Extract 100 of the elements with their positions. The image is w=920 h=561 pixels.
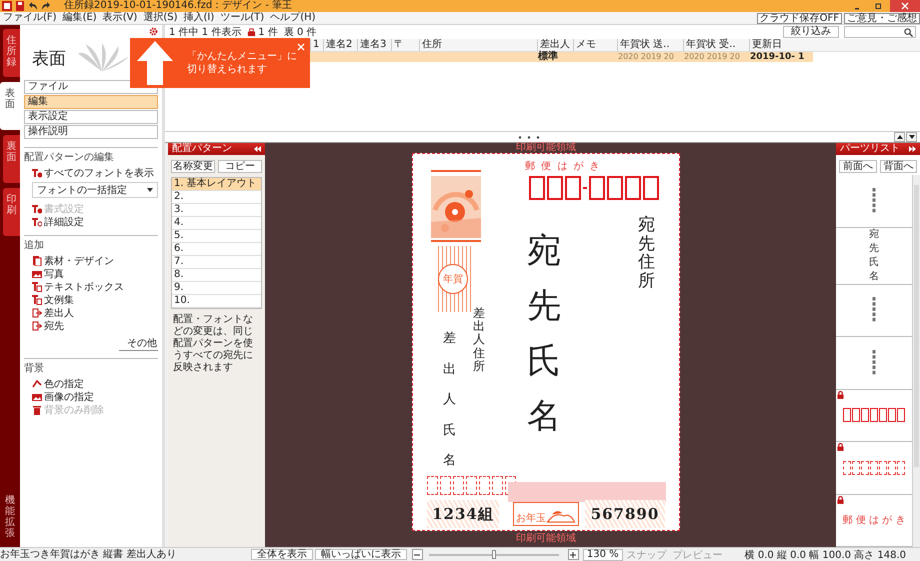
panel-button[interactable]: コピー bbox=[218, 160, 262, 173]
zoom-out-button[interactable] bbox=[412, 549, 423, 560]
status-text: お年玉つき年賀はがき 縦書 差出人あり bbox=[0, 548, 176, 560]
scroll-down-button[interactable] bbox=[906, 132, 917, 142]
side-tab[interactable]: 印刷 bbox=[3, 188, 20, 236]
font-dropdown[interactable]: フォントの一括指定 bbox=[32, 182, 158, 198]
arrow-out-icon bbox=[32, 320, 42, 330]
column-header[interactable]: 年賀状 送.. bbox=[617, 39, 683, 51]
header-button[interactable]: ご意見・ご感想 bbox=[844, 12, 920, 24]
save-icon[interactable] bbox=[15, 1, 25, 11]
lottery-group: 1234組 bbox=[432, 504, 494, 524]
panel-action[interactable]: 写真 bbox=[24, 267, 158, 280]
scrollbar[interactable] bbox=[912, 175, 920, 547]
view-button[interactable]: 幅いっぱいに表示 bbox=[314, 549, 407, 560]
sender-name: 差出人氏名 bbox=[443, 330, 456, 470]
settings-icon[interactable] bbox=[149, 27, 158, 36]
side-tab[interactable]: 住所録 bbox=[3, 29, 20, 77]
side-tab[interactable]: 機能拡張 bbox=[0, 489, 20, 547]
pattern-item[interactable]: 3. bbox=[172, 204, 261, 217]
arrow-in-icon bbox=[32, 308, 42, 318]
lottery-number: 567890 bbox=[590, 505, 660, 523]
margin-label: 印刷可能領域 bbox=[516, 143, 576, 153]
postcard-label: 郵 便 は が き bbox=[525, 160, 600, 173]
zoom-field[interactable]: 130 % bbox=[582, 548, 623, 560]
column-header[interactable]: 〒 bbox=[391, 39, 419, 51]
column-header[interactable]: 住所 bbox=[419, 39, 537, 51]
panel-button[interactable]: 背面へ bbox=[880, 160, 917, 173]
column-header[interactable]: 連名3 bbox=[357, 39, 391, 51]
panel-action[interactable]: 宛先 bbox=[24, 319, 158, 332]
close-icon[interactable] bbox=[297, 43, 305, 51]
printer-icon bbox=[247, 28, 256, 36]
panel-action[interactable]: 文例集 bbox=[24, 293, 158, 306]
collapse-icon[interactable] bbox=[909, 146, 916, 152]
panel-button[interactable]: 名称変更 bbox=[171, 160, 215, 173]
panel-action[interactable]: すべてのフォントを表示 bbox=[24, 166, 158, 179]
view-button[interactable]: 全体を表示 bbox=[250, 549, 313, 560]
table-cell: 2020 2019 20 bbox=[618, 52, 674, 61]
table-cell: 標準 bbox=[538, 51, 558, 62]
up-arrow-icon bbox=[137, 41, 173, 85]
mini-text-drawing bbox=[872, 350, 876, 376]
menu-item[interactable]: 挿入(I) bbox=[180, 12, 218, 24]
badge-text: お年玉 bbox=[516, 512, 546, 525]
menu-item[interactable]: ファイル(F) bbox=[0, 12, 60, 24]
section-heading: 配置パターンの編集 bbox=[24, 151, 115, 164]
collapse-icon[interactable] bbox=[254, 146, 261, 152]
header-button[interactable]: クラウド保存OFF bbox=[756, 12, 842, 24]
mini-text-drawing bbox=[872, 297, 876, 324]
pattern-item[interactable]: 10. bbox=[172, 295, 261, 308]
nav-button[interactable]: 編集 bbox=[24, 95, 158, 109]
menu-item[interactable]: ヘルプ(H) bbox=[267, 12, 319, 24]
search-field[interactable] bbox=[844, 26, 916, 38]
panel-action[interactable]: 詳細設定 bbox=[24, 215, 158, 228]
menu-item[interactable]: ツール(T) bbox=[217, 12, 268, 24]
undo-icon[interactable] bbox=[28, 1, 38, 11]
coordinates-text: 横 0.0 縦 0.0 幅 100.0 高さ 148.0 bbox=[744, 548, 906, 561]
panel-action[interactable]: 差出人 bbox=[24, 306, 158, 319]
scroll-up-button[interactable] bbox=[894, 132, 905, 142]
panel-action[interactable]: 色の指定 bbox=[24, 377, 158, 390]
panel-action[interactable]: テキストボックス bbox=[24, 280, 158, 293]
picture-icon bbox=[32, 392, 42, 402]
side-tab[interactable]: 裏面 bbox=[3, 135, 20, 183]
column-header[interactable]: 差出人 bbox=[537, 39, 573, 51]
recipient-address: 宛先住所 bbox=[638, 216, 655, 291]
text-icon bbox=[32, 216, 42, 226]
side-tab[interactable]: 表面 bbox=[0, 82, 20, 130]
column-header[interactable]: 連名2 bbox=[323, 39, 357, 51]
caret-icon bbox=[147, 188, 153, 192]
postal-code-boxes bbox=[843, 408, 905, 422]
up-arrow-icon bbox=[896, 135, 902, 139]
pattern-item[interactable]: 6. bbox=[172, 243, 261, 256]
column-header[interactable]: メモ bbox=[573, 39, 617, 51]
nav-button[interactable]: 操作説明 bbox=[24, 125, 158, 139]
redo-icon[interactable] bbox=[41, 1, 51, 11]
menu-item[interactable]: 編集(E) bbox=[60, 12, 100, 24]
more-link[interactable]: その他 bbox=[119, 338, 158, 351]
section-heading: 追加 bbox=[24, 239, 45, 252]
pattern-item[interactable]: 1. 基本レイアウト bbox=[172, 178, 261, 191]
pattern-item[interactable]: 7. bbox=[172, 256, 261, 269]
menu-item[interactable]: 選択(S) bbox=[140, 12, 180, 24]
panel-action[interactable]: 画像の指定 bbox=[24, 390, 158, 403]
down-arrow-icon bbox=[908, 135, 914, 139]
close-button[interactable] bbox=[890, 0, 920, 12]
part-text: 宛先氏名 bbox=[869, 228, 879, 284]
pattern-item[interactable]: 5. bbox=[172, 230, 261, 243]
nav-button[interactable]: 表示設定 bbox=[24, 110, 158, 124]
font-icon bbox=[32, 168, 42, 178]
panel-button[interactable]: 前面へ bbox=[839, 160, 876, 173]
filter-button[interactable]: 絞り込み bbox=[783, 26, 839, 38]
column-header[interactable]: 更新日 bbox=[749, 39, 813, 51]
panel-action[interactable]: 素材・デザイン bbox=[24, 254, 158, 267]
menu-item[interactable]: 表示(V) bbox=[100, 12, 140, 24]
section-heading: 背景 bbox=[24, 362, 45, 375]
pattern-item[interactable]: 4. bbox=[172, 217, 261, 230]
pattern-item[interactable]: 2. bbox=[172, 191, 261, 204]
zoom-in-button[interactable] bbox=[568, 549, 579, 560]
pattern-item[interactable]: 9. bbox=[172, 282, 261, 295]
column-header[interactable]: 年賀状 受.. bbox=[683, 39, 749, 51]
slider-thumb[interactable] bbox=[492, 550, 496, 558]
pattern-item[interactable]: 8. bbox=[172, 269, 261, 282]
app-icon[interactable] bbox=[2, 1, 12, 11]
